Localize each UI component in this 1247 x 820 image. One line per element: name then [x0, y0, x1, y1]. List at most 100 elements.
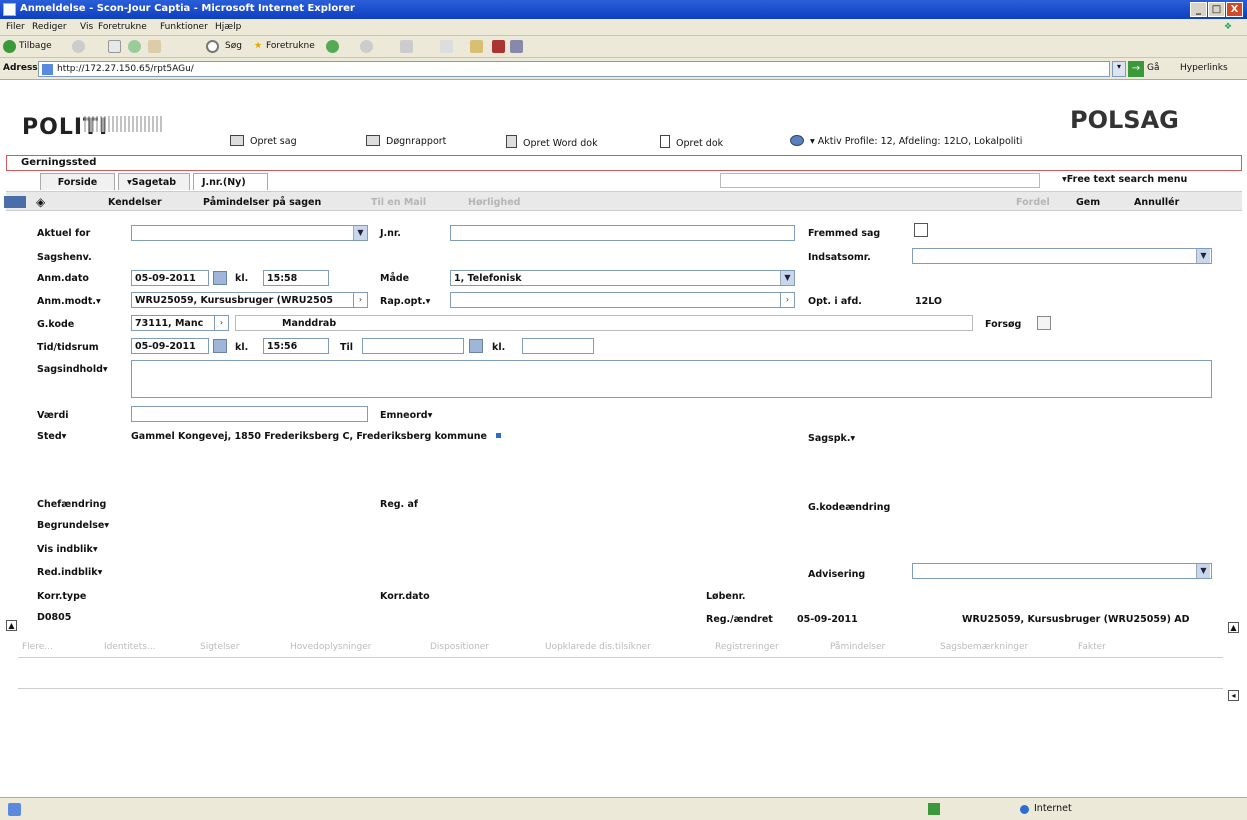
sagsindhold-label[interactable]: Sagsindhold▾	[37, 364, 108, 375]
tab-sagsbemaerkninger[interactable]: Sagsbemærkninger	[940, 642, 1028, 652]
free-text-search-input[interactable]	[720, 173, 1040, 188]
tab-hovedoplysninger[interactable]: Hovedoplysninger	[290, 642, 371, 652]
aktuel-for-select[interactable]	[131, 225, 368, 241]
paamindelser-button[interactable]: Påmindelser på sagen	[203, 197, 321, 208]
links-button[interactable]: Hyperlinks	[1180, 63, 1228, 73]
forsoeg-checkbox[interactable]	[1037, 316, 1051, 330]
rap-opt-input[interactable]	[450, 292, 795, 308]
sted-label[interactable]: Sted▾	[37, 431, 66, 442]
save-disk-icon[interactable]	[4, 196, 26, 208]
folder-icon	[230, 135, 244, 146]
sagsindhold-textarea[interactable]	[131, 360, 1212, 398]
tab-forside[interactable]: Forside	[40, 173, 115, 190]
opret-sag-button[interactable]: Opret sag	[230, 135, 297, 147]
chevron-right-icon[interactable]: ›	[780, 293, 794, 307]
menu-funktioner[interactable]: Funktioner	[160, 22, 208, 32]
doegnrapport-button[interactable]: Døgnrapport	[366, 135, 446, 147]
jnr-label: J.nr.	[380, 228, 401, 239]
tag-icon[interactable]: ◈	[36, 195, 45, 209]
advisering-select[interactable]	[912, 563, 1212, 579]
collapse-icon[interactable]: ▲	[6, 620, 17, 631]
calendar-icon[interactable]	[213, 339, 227, 353]
chevron-down-icon[interactable]: ▼	[353, 226, 367, 240]
calendar-icon[interactable]	[213, 271, 227, 285]
research-icon[interactable]	[492, 40, 505, 53]
history-icon[interactable]	[326, 40, 339, 53]
anm-modt-input[interactable]: WRU25059, Kursusbruger (WRU2505	[131, 292, 368, 308]
fordel-button[interactable]: Fordel	[1016, 197, 1050, 208]
tab-sagetab[interactable]: ▾Sagetab	[118, 173, 190, 190]
minimize-button[interactable]: _	[1190, 2, 1207, 17]
opret-word-dok-button[interactable]: Opret Word dok	[506, 135, 598, 149]
til-en-mail-button[interactable]: Til en Mail	[371, 197, 426, 208]
tid-dato-input[interactable]: 05-09-2011	[131, 338, 209, 354]
maade-select[interactable]: 1, Telefonisk	[450, 270, 795, 286]
tab-fakter[interactable]: Fakter	[1078, 642, 1106, 652]
calendar-icon[interactable]	[469, 339, 483, 353]
go-arrow-icon[interactable]: →	[1128, 61, 1144, 77]
chevron-down-icon[interactable]: ▼	[1196, 249, 1210, 263]
menu-vis[interactable]: Vis	[80, 22, 93, 32]
address-dropdown-icon[interactable]: ▾	[1112, 61, 1126, 77]
back-button[interactable]: Tilbage	[19, 41, 52, 51]
home-icon[interactable]	[148, 40, 161, 53]
folder-icon[interactable]	[470, 40, 483, 53]
search-button[interactable]: Søg	[225, 41, 242, 51]
back-icon[interactable]	[3, 40, 16, 53]
tab-flere[interactable]: Flere...	[22, 642, 53, 652]
tid-kl-input[interactable]: 15:56	[263, 338, 329, 354]
vaerdi-input[interactable]	[131, 406, 368, 422]
chevron-down-icon[interactable]: ▼	[1196, 564, 1210, 578]
jnr-input[interactable]	[450, 225, 795, 241]
chevron-right-icon[interactable]: ›	[214, 316, 228, 330]
anm-kl-input[interactable]: 15:58	[263, 270, 329, 286]
tab-identitets[interactable]: Identitets...	[104, 642, 156, 652]
tab-uopklarede[interactable]: Uopklarede dis.tilsikner	[545, 642, 651, 652]
chevron-right-icon[interactable]: ›	[353, 293, 367, 307]
annuller-button[interactable]: Annullér	[1134, 197, 1179, 208]
red-indblik-label[interactable]: Red.indblik▾	[37, 567, 102, 578]
refresh-icon[interactable]	[128, 40, 141, 53]
menu-filer[interactable]: Filer	[6, 22, 25, 32]
tab-paamindelser[interactable]: Påmindelser	[830, 642, 885, 652]
anm-dato-input[interactable]: 05-09-2011	[131, 270, 209, 286]
forward-icon[interactable]	[72, 40, 85, 53]
sagspk-label[interactable]: Sagspk.▾	[808, 433, 855, 444]
menu-foretrukne[interactable]: Foretrukne	[98, 22, 147, 32]
vis-indblik-label[interactable]: Vis indblik▾	[37, 544, 98, 555]
til-dato-input[interactable]	[362, 338, 464, 354]
expand-icon[interactable]: ▲	[1228, 622, 1239, 633]
indsatsomr-select[interactable]	[912, 248, 1212, 264]
search-icon[interactable]	[206, 40, 219, 53]
rap-opt-label[interactable]: Rap.opt.▾	[380, 296, 430, 307]
tab-dispositioner[interactable]: Dispositioner	[430, 642, 489, 652]
close-button[interactable]: X	[1226, 2, 1243, 17]
tab-jnr-ny[interactable]: J.nr.(Ny)	[193, 173, 268, 190]
anm-modt-label[interactable]: Anm.modt.▾	[37, 296, 101, 307]
tab-registreringer[interactable]: Registreringer	[715, 642, 779, 652]
menu-hjaelp[interactable]: Hjælp	[215, 22, 241, 32]
hoerlighed-button[interactable]: Hørlighed	[468, 197, 520, 208]
til-kl-input[interactable]	[522, 338, 594, 354]
profile-selector[interactable]: ▾ Aktiv Profile: 12, Afdeling: 12LO, Lok…	[790, 135, 1022, 147]
url-input[interactable]: http://172.27.150.65/rpt5AGu/	[38, 61, 1110, 77]
stop-icon[interactable]	[108, 40, 121, 53]
scroll-left-icon[interactable]: ◂	[1228, 690, 1239, 701]
chevron-down-icon[interactable]: ▼	[780, 271, 794, 285]
free-text-search-menu[interactable]: ▾Free text search menu	[1062, 174, 1187, 185]
fremmed-sag-checkbox[interactable]	[914, 223, 928, 237]
gem-button[interactable]: Gem	[1076, 197, 1100, 208]
messenger-icon[interactable]	[510, 40, 523, 53]
maximize-button[interactable]: □	[1208, 2, 1225, 17]
edit-icon[interactable]	[440, 40, 453, 53]
begrundelse-label[interactable]: Begrundelse▾	[37, 520, 109, 531]
print-icon[interactable]	[400, 40, 413, 53]
tab-sigtelser[interactable]: Sigtelser	[200, 642, 239, 652]
emneord-label[interactable]: Emneord▾	[380, 410, 432, 421]
kendelser-button[interactable]: Kendelser	[108, 197, 162, 208]
mail-icon[interactable]	[360, 40, 373, 53]
favorites-button[interactable]: Foretrukne	[266, 41, 315, 51]
menu-rediger[interactable]: Rediger	[32, 22, 67, 32]
go-button[interactable]: Gå	[1147, 63, 1160, 73]
opret-dok-button[interactable]: Opret dok	[660, 135, 723, 149]
